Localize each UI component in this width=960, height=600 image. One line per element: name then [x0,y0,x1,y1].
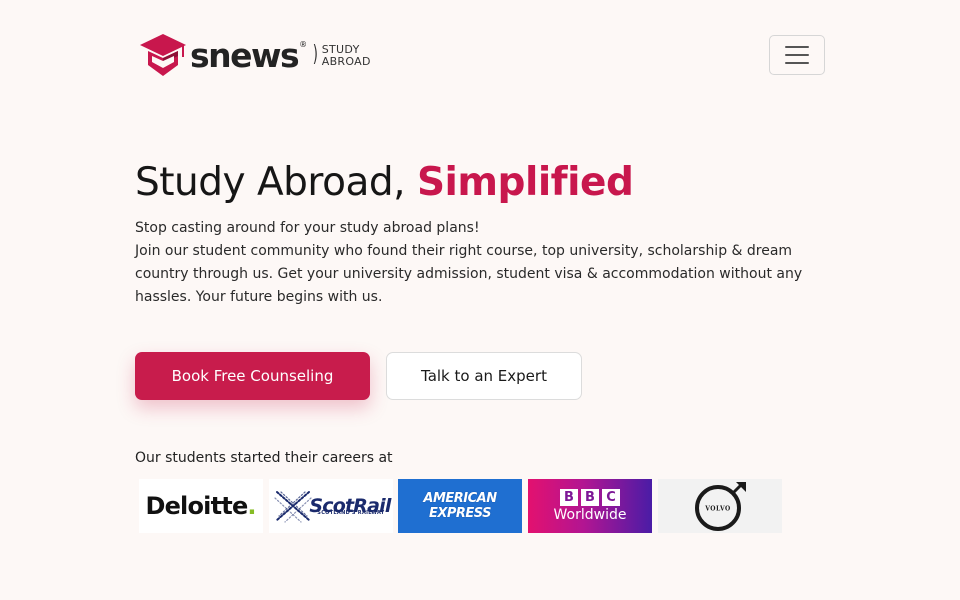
hamburger-menu-icon-bar [785,54,809,56]
book-free-counseling-button[interactable]: Book Free Counseling [135,352,370,400]
hamburger-menu-icon [785,46,809,48]
logo-subtitle: STUDY ABROAD [322,44,371,68]
amex-logo-line1: AMERICAN [423,491,497,506]
hero-description-line2: Join our student community who found the… [135,243,803,305]
hamburger-menu-icon-bar [785,62,809,64]
hamburger-menu-button[interactable] [769,35,825,75]
american-express-logo: AMERICAN EXPRESS [398,479,522,533]
hero-section: Study Abroad, Simplified Stop casting ar… [135,155,825,309]
scotrail-logo-subtext: SCOTLAND'S RAILWAY [317,510,385,516]
bbc-block-b2: B [581,489,599,506]
hero-description-line1: Stop casting around for your study abroa… [135,220,480,236]
snews-study-abroad-logo[interactable]: snews ® ) STUDY ABROAD [138,31,371,79]
hero-title: Study Abroad, Simplified [135,155,825,211]
volvo-iron-mark-icon: VOLVO [695,482,746,531]
talk-to-expert-button[interactable]: Talk to an Expert [386,352,582,400]
graduation-cap-logo-icon [140,34,186,76]
deloitte-logo: Deloitte. [139,479,263,533]
logo-separator: ) [312,42,319,67]
logo-subtitle-line2: ABROAD [321,55,371,68]
deloitte-logo-dot: . [247,492,257,520]
careers-label: Our students started their careers at [135,450,393,466]
bbc-worldwide-logo: B B C Worldwide [528,479,652,533]
volvo-logo: VOLVO [658,479,782,533]
hero-title-accent: Simplified [416,160,634,205]
hero-description: Stop casting around for your study abroa… [135,217,805,309]
volvo-logo-text: VOLVO [704,506,731,513]
deloitte-logo-text: Deloitte [145,492,248,520]
logo-registered-mark: ® [299,40,308,49]
bbc-block-b1: B [560,489,578,506]
bbc-block-c: C [602,489,620,506]
bbc-worldwide-text: Worldwide [553,507,627,523]
amex-logo-line2: EXPRESS [428,506,492,521]
bbc-blocks: B B C [560,489,620,506]
scotrail-logo: ScotRail SCOTLAND'S RAILWAY [269,479,393,533]
logo-wordmark: snews [190,35,300,75]
hero-title-plain: Study Abroad, [135,160,406,205]
site-header: snews ® ) STUDY ABROAD [0,0,960,110]
